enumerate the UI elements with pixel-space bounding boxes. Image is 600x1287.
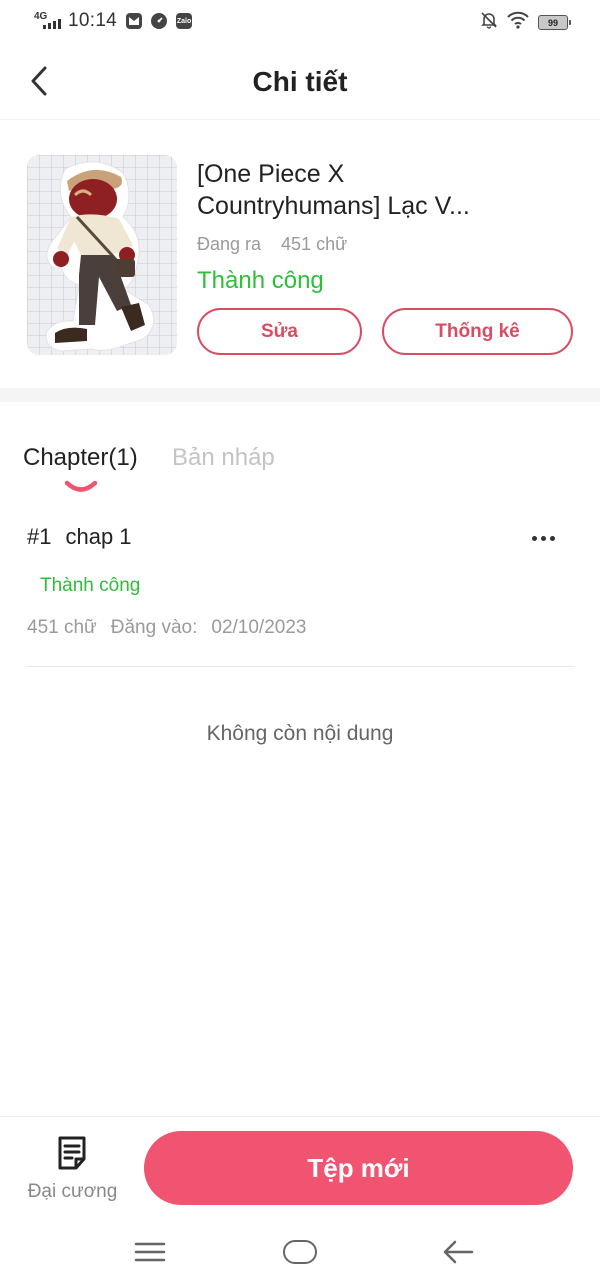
more-dot [549, 535, 555, 541]
chapter-title: #1 chap 1 [27, 524, 132, 550]
system-navigation-bar [0, 1220, 600, 1287]
page-title: Chi tiết [252, 66, 348, 97]
chapter-number: #1 [27, 524, 52, 549]
outline-label: Đại cương [27, 1181, 118, 1202]
zalo-icon: Zalo [176, 13, 193, 29]
book-title-line2: Countryhumans] Lạc V... [197, 192, 470, 220]
section-divider [0, 388, 600, 402]
end-of-list-message: Không còn nội dung [206, 722, 394, 745]
active-tab-indicator [64, 480, 98, 492]
battery-icon: 99 [538, 15, 571, 30]
chapter-meta: 451 chữ Đăng vào: 02/10/2023 [27, 617, 306, 639]
book-status: Thành công [197, 267, 324, 294]
book-summary: [One Piece X Countryhumans] Lạc V... Đan… [0, 120, 600, 388]
chapter-posted-label: Đăng vào: [110, 617, 198, 638]
header: Chi tiết [0, 46, 600, 120]
row-divider [27, 666, 574, 667]
chapter-word-count: 451 chữ [27, 617, 97, 638]
signal-icon: 4G [34, 11, 62, 31]
gmail-icon [126, 13, 143, 29]
book-cover[interactable] [27, 155, 177, 355]
more-dot [531, 535, 537, 541]
book-title-line1: [One Piece X [197, 160, 345, 188]
book-title: [One Piece X Countryhumans] Lạc V... [197, 158, 577, 222]
outline-button[interactable]: Đại cương [20, 1135, 125, 1209]
edit-button[interactable]: Sửa [197, 308, 362, 355]
back-arrow-icon[interactable] [442, 1238, 474, 1266]
chapter-row[interactable]: #1 chap 1 Thành công 451 chữ Đăng vào: 0… [0, 502, 600, 667]
bottom-action-bar: Đại cương Tệp mới [0, 1116, 600, 1220]
wifi-icon [507, 11, 529, 34]
chapter-name: chap 1 [65, 524, 132, 549]
statistics-button[interactable]: Thống kê [382, 308, 573, 355]
tab-drafts[interactable]: Bản nháp [172, 444, 275, 472]
tab-chapters[interactable]: Chapter(1) [23, 444, 138, 472]
clock: 10:14 [68, 10, 118, 31]
cover-illustration [27, 155, 177, 355]
notifications-off-icon [480, 11, 498, 34]
document-list-icon [58, 1136, 86, 1170]
recent-apps-icon[interactable] [134, 1240, 166, 1264]
chapter-posted-date: 02/10/2023 [211, 617, 307, 638]
more-options-button[interactable] [521, 518, 565, 558]
tab-bar: Chapter(1) Bản nháp [0, 402, 600, 502]
book-word-count: 451 chữ [281, 234, 348, 254]
status-bar: 4G 10:14 Zalo 99 [0, 0, 600, 46]
more-dot [540, 535, 546, 541]
book-state: Đang ra [197, 234, 262, 254]
new-file-button[interactable]: Tệp mới [144, 1131, 573, 1205]
home-icon[interactable] [283, 1240, 317, 1264]
book-meta: Đang ra 451 chữ [197, 234, 347, 255]
speedometer-icon [151, 13, 168, 29]
battery-level: 99 [547, 17, 558, 28]
chapter-status: Thành công [40, 575, 141, 596]
